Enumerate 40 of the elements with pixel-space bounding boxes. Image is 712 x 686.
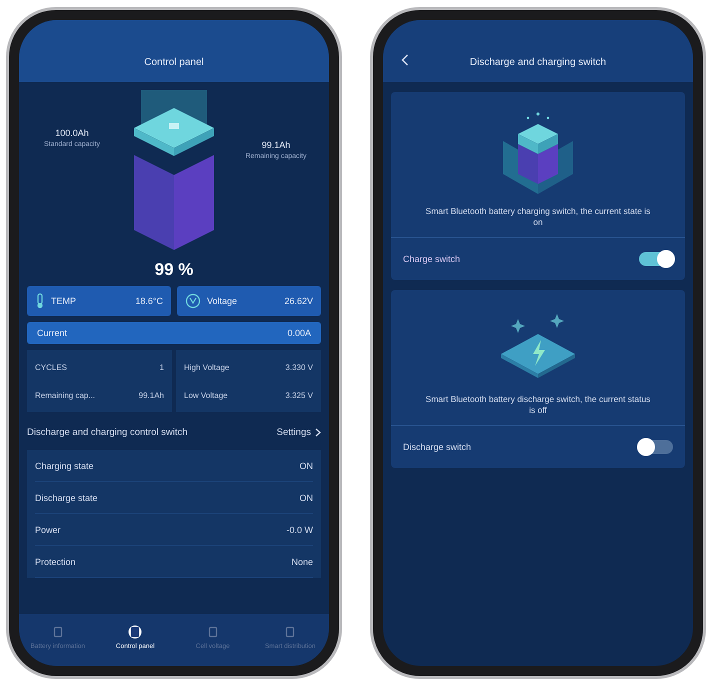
screen-title: Discharge and charging switch xyxy=(470,57,606,68)
stat-label: Remaining cap... xyxy=(35,390,96,400)
capacity-value: 100.0Ah xyxy=(55,128,89,138)
chevron-right-icon xyxy=(315,428,321,436)
status-value: ON xyxy=(300,492,313,502)
thermometer-icon xyxy=(35,293,45,309)
switch-description: Smart Bluetooth battery charging switch, the current state is on xyxy=(424,205,652,230)
status-value: None xyxy=(291,556,313,566)
stat-label: Low Voltage xyxy=(184,390,228,400)
stat-value: 99.1Ah xyxy=(138,390,164,400)
status-label: Charging state xyxy=(35,460,94,470)
capacity-value: 99.1Ah xyxy=(262,140,290,150)
switch-description: Smart Bluetooth battery discharge switch, the current status is off xyxy=(424,392,652,418)
charge-percent: 99 % xyxy=(154,260,194,280)
status-label: Protection xyxy=(35,556,76,566)
metric-label: Voltage xyxy=(207,296,238,306)
gauge-icon xyxy=(185,293,201,309)
metric-value: 26.62V xyxy=(284,296,313,306)
status-label: Power xyxy=(35,524,61,534)
status-label: Discharge state xyxy=(35,492,98,502)
stat-value: 1 xyxy=(160,362,164,372)
tab-icon xyxy=(128,624,142,638)
settings-link[interactable]: Settings xyxy=(276,426,311,438)
toggle-switch[interactable] xyxy=(639,440,673,454)
back-icon[interactable] xyxy=(401,54,409,66)
stat-value: 3.330 V xyxy=(285,362,313,372)
current-value: 0.00A xyxy=(287,328,311,338)
screen-title: Control panel xyxy=(144,57,204,68)
switch-section-label: Discharge and charging control switch xyxy=(27,426,188,438)
metric-value: 18.6°C xyxy=(135,296,163,306)
stat-value: 3.325 V xyxy=(285,390,313,400)
status-value: -0.0 W xyxy=(286,524,313,534)
status-value: ON xyxy=(300,460,313,470)
switch-label: Charge switch xyxy=(403,254,460,264)
current-label: Current xyxy=(37,328,68,338)
stat-label: CYCLES xyxy=(35,362,68,372)
metric-label: TEMP xyxy=(51,296,76,306)
toggle-switch[interactable] xyxy=(639,252,673,266)
switch-label: Discharge switch xyxy=(403,442,472,452)
stat-label: High Voltage xyxy=(184,362,230,372)
